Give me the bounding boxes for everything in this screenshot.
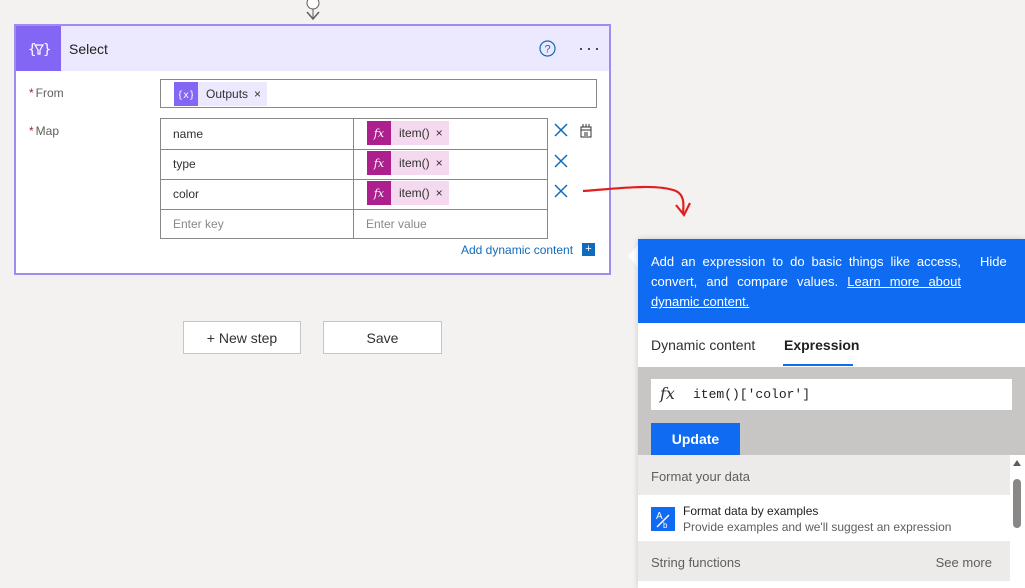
outputs-token-label: Outputs — [206, 87, 249, 101]
remove-token-icon[interactable]: × — [436, 156, 449, 170]
active-tab-indicator — [783, 364, 853, 366]
from-field-label: * From — [29, 86, 64, 100]
from-label-text: From — [35, 86, 64, 100]
flow-connector-arrow-icon — [306, 0, 320, 21]
delete-row-icon[interactable] — [554, 184, 568, 198]
fx-icon: fx — [367, 181, 391, 205]
expression-token-label: item() — [399, 156, 430, 170]
map-table: name fx item() × type fx item() × color … — [160, 118, 548, 239]
annotation-arrow-icon — [582, 185, 691, 218]
enter-key-input[interactable]: Enter key — [173, 217, 224, 231]
map-row-empty: Enter key Enter value — [161, 209, 547, 239]
from-input[interactable]: {x} Outputs × — [160, 79, 597, 108]
scroll-thumb[interactable] — [1013, 479, 1021, 528]
section-label: String functions — [651, 555, 741, 570]
map-row: type fx item() × — [161, 149, 547, 180]
section-format-your-data: Format your data — [638, 455, 1010, 495]
tab-expression[interactable]: Expression — [784, 337, 859, 353]
add-dynamic-content-icon[interactable]: + — [582, 243, 595, 256]
svg-text:{x}: {x} — [179, 90, 193, 101]
svg-text:A: A — [656, 511, 663, 522]
required-mark: * — [29, 86, 34, 100]
remove-token-icon[interactable]: × — [436, 126, 449, 140]
remove-token-icon[interactable]: × — [436, 186, 449, 200]
outputs-token[interactable]: {x} Outputs × — [174, 82, 268, 106]
expression-editor-area: fx item()['color'] Update — [638, 367, 1025, 455]
question-circle-icon[interactable]: ? — [539, 40, 556, 57]
format-by-example-icon: A b — [651, 507, 675, 531]
fx-icon: fx — [367, 151, 391, 175]
map-field-label: * Map — [29, 124, 59, 138]
card-title: Select — [69, 41, 108, 57]
expression-input[interactable]: fx item()['color'] — [651, 379, 1012, 410]
save-button[interactable]: Save — [323, 321, 442, 354]
delete-row-icon[interactable] — [554, 154, 568, 168]
map-key-input[interactable]: name — [173, 127, 203, 141]
fx-icon: fx — [660, 384, 675, 403]
scroll-up-icon[interactable] — [1013, 460, 1021, 466]
remove-token-icon[interactable]: × — [254, 87, 267, 101]
function-title: Format data by examples — [683, 504, 819, 518]
enter-value-input[interactable]: Enter value — [366, 217, 427, 231]
select-action-card: { } Select ? ··· *From {x} Outputs × *Ma… — [14, 24, 611, 275]
panel-scrollbar[interactable] — [1010, 455, 1025, 588]
function-item-format-by-examples[interactable]: A b Format data by examples Provide exam… — [638, 495, 1010, 541]
expression-token[interactable]: fx item() × — [367, 181, 449, 205]
map-label-text: Map — [35, 124, 60, 138]
svg-text:?: ? — [544, 44, 550, 56]
add-dynamic-content-link[interactable]: Add dynamic content — [461, 243, 573, 257]
info-banner: Add an expression to do basic things lik… — [638, 239, 1025, 323]
section-string-functions: String functions See more — [638, 541, 1010, 581]
map-key-input[interactable]: type — [173, 157, 196, 171]
expression-value: item()['color'] — [693, 387, 811, 402]
map-key-input[interactable]: color — [173, 187, 199, 201]
select-data-operation-icon: { } — [16, 26, 61, 71]
variable-icon: {x} — [174, 82, 198, 106]
hide-button[interactable]: Hide — [980, 254, 1007, 269]
dynamic-content-panel: Add an expression to do basic things lik… — [638, 239, 1025, 588]
map-row: name fx item() × — [161, 119, 547, 150]
new-step-button[interactable]: + New step — [183, 321, 301, 354]
card-header[interactable]: { } Select ? ··· — [16, 26, 609, 71]
fx-icon: fx — [367, 121, 391, 145]
see-more-link[interactable]: See more — [936, 555, 992, 570]
switch-to-text-mode-icon[interactable] — [578, 123, 594, 139]
map-row: color fx item() × — [161, 179, 547, 210]
required-mark: * — [29, 124, 34, 138]
update-button[interactable]: Update — [651, 423, 740, 455]
expression-token-label: item() — [399, 126, 430, 140]
tab-dynamic-content[interactable]: Dynamic content — [651, 337, 755, 353]
svg-text:b: b — [663, 521, 668, 530]
expression-token[interactable]: fx item() × — [367, 121, 449, 145]
expression-token-label: item() — [399, 186, 430, 200]
more-options-icon[interactable]: ··· — [578, 38, 602, 59]
function-description: Provide examples and we'll suggest an ex… — [683, 520, 952, 534]
section-label: Format your data — [651, 469, 750, 484]
info-text: Add an expression to do basic things lik… — [651, 252, 961, 312]
expression-token[interactable]: fx item() × — [367, 151, 449, 175]
delete-row-icon[interactable] — [554, 123, 568, 137]
